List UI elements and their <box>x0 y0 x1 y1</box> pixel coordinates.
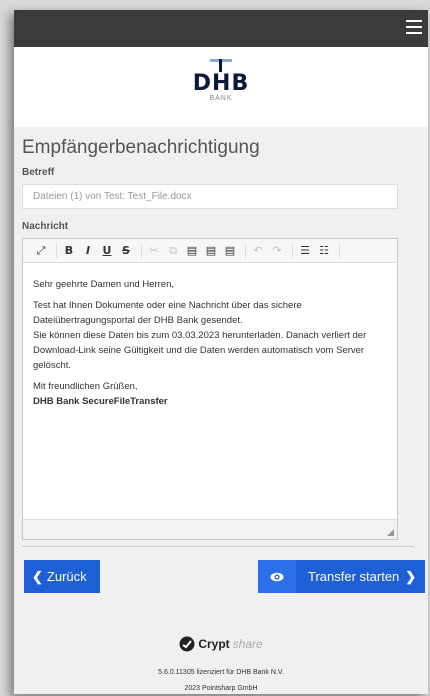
page-title: Empfängerbenachrichtigung <box>22 137 260 158</box>
message-greeting: Sehr geehrte Damen und Herren, <box>33 279 174 290</box>
message-closing: Mit freundlichen Grüßen, DHB Bank Secure… <box>33 379 387 409</box>
back-button-label: Zurück <box>46 569 87 584</box>
subject-input[interactable] <box>22 184 398 209</box>
logo-area: DHB BANK <box>14 47 428 127</box>
divider <box>22 546 414 547</box>
editor-toolbar: ⤢ B I U S ✂ ⧉ ▤ ▤ ▤ ↶ ↷ ☰ ☷ <box>23 239 397 263</box>
dhb-bank-logo: DHB BANK <box>186 57 256 121</box>
message-line: Download-Link seine Gültigkeit und die D… <box>33 345 365 356</box>
redo-icon[interactable]: ↷ <box>269 243 285 259</box>
toolbar-separator <box>292 243 293 258</box>
bulleted-list-icon[interactable]: ☷ <box>316 243 332 259</box>
brand-crypt: Crypt <box>198 637 230 651</box>
toolbar-separator <box>339 243 340 258</box>
top-bar <box>14 10 428 47</box>
message-line: Dateiübertragungsportal der DHB Bank ges… <box>33 315 243 326</box>
editor-footer <box>23 519 397 539</box>
chevron-right-icon: ❯ <box>405 568 417 584</box>
paste-text-icon[interactable]: ▤ <box>203 243 219 259</box>
logo-text: DHB <box>192 71 250 96</box>
resize-handle-icon[interactable] <box>387 529 394 536</box>
button-row: ❮ Zurück Transfer starten ❯ <box>14 560 428 596</box>
toolbar-separator <box>141 243 142 258</box>
closing-text: Mit freundlichen Grüßen, <box>33 381 138 392</box>
chevron-left-icon: ❮ <box>32 568 43 584</box>
strikethrough-icon[interactable]: S <box>118 243 134 259</box>
undo-icon[interactable]: ↶ <box>250 243 266 259</box>
bold-icon[interactable]: B <box>61 243 77 259</box>
italic-icon[interactable]: I <box>80 243 96 259</box>
hamburger-menu-icon[interactable] <box>406 20 422 34</box>
app-window: DHB BANK Empfängerbenachrichtigung Betre… <box>14 10 428 694</box>
paste-icon[interactable]: ▤ <box>184 243 200 259</box>
signature-text: DHB Bank SecureFileTransfer <box>33 396 168 407</box>
subject-label: Betreff <box>22 167 55 178</box>
message-body[interactable]: Sehr geehrte Damen und Herren, Test hat … <box>23 263 397 519</box>
eye-icon[interactable] <box>258 560 296 593</box>
logo-subtext: BANK <box>209 95 233 102</box>
expand-icon[interactable]: ⤢ <box>33 243 49 259</box>
message-line: gelöscht. <box>33 360 72 371</box>
brand-share: share <box>232 637 263 651</box>
copy-icon[interactable]: ⧉ <box>165 243 181 259</box>
cryptshare-logo: Crypt share <box>179 636 263 652</box>
cut-icon[interactable]: ✂ <box>146 243 162 259</box>
main-content: Empfängerbenachrichtigung Betreff Nachri… <box>14 137 428 547</box>
copyright-text: 2023 Pointsharp GmbH <box>184 685 258 692</box>
underline-icon[interactable]: U <box>99 243 115 259</box>
paste-word-icon[interactable]: ▤ <box>222 243 238 259</box>
footer: Crypt share 5.6.0.11305 lizenziert für DH… <box>14 636 428 692</box>
transfer-start-label: Transfer starten <box>308 569 400 584</box>
toolbar-separator <box>56 243 57 258</box>
transfer-start-button[interactable]: Transfer starten ❯ <box>258 560 425 593</box>
message-line: Sie können diese Daten bis zum 03.03.202… <box>33 330 367 341</box>
toolbar-separator <box>245 243 246 258</box>
message-editor: ⤢ B I U S ✂ ⧉ ▤ ▤ ▤ ↶ ↷ ☰ ☷ Sehr geehrte… <box>22 238 398 540</box>
cryptshare-logo-icon <box>179 636 195 652</box>
license-text: 5.6.0.11305 lizenziert für DHB Bank N.V. <box>158 669 284 676</box>
message-paragraph: Test hat Ihnen Dokumente oder eine Nachr… <box>33 298 387 373</box>
message-line: Test hat Ihnen Dokumente oder eine Nachr… <box>33 300 302 311</box>
back-button[interactable]: ❮ Zurück <box>24 560 100 593</box>
numbered-list-icon[interactable]: ☰ <box>297 243 313 259</box>
message-label: Nachricht <box>22 221 69 232</box>
